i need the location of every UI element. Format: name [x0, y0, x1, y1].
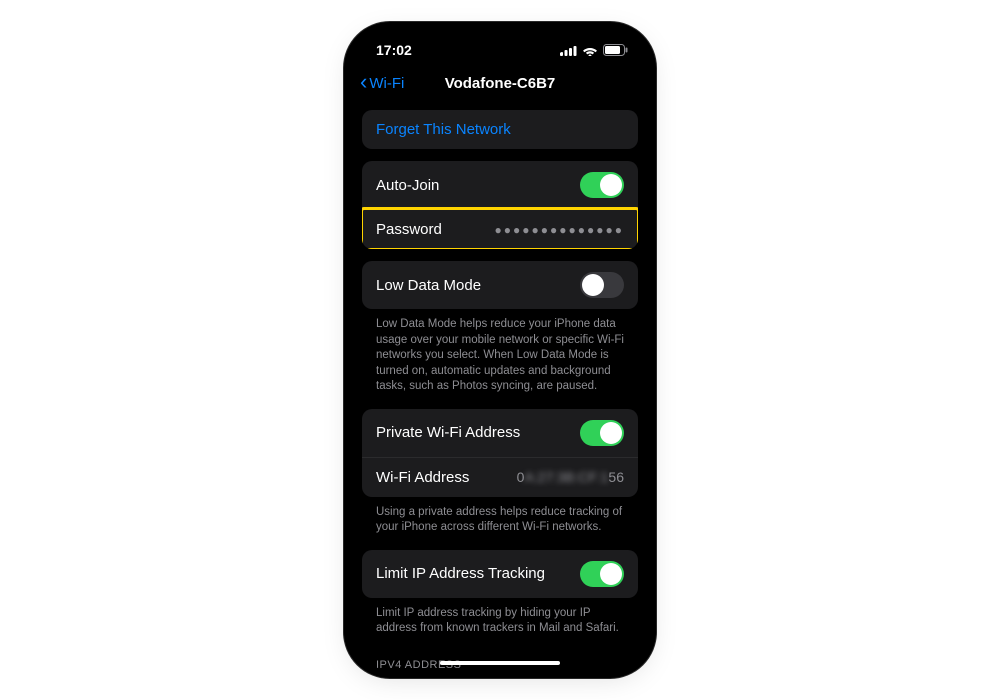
auto-join-label: Auto-Join	[376, 177, 439, 194]
low-data-label: Low Data Mode	[376, 277, 481, 294]
private-addr-footer: Using a private address helps reduce tra…	[362, 501, 638, 550]
back-label: Wi-Fi	[369, 75, 404, 92]
battery-icon	[603, 44, 628, 56]
home-indicator	[440, 661, 560, 665]
low-data-toggle[interactable]	[580, 272, 624, 298]
limit-ip-toggle[interactable]	[580, 561, 624, 587]
status-icons	[560, 44, 628, 56]
group-limit-ip: Limit IP Address Tracking	[362, 550, 638, 598]
private-addr-toggle[interactable]	[580, 420, 624, 446]
low-data-row: Low Data Mode	[362, 261, 638, 309]
forget-network-button[interactable]: Forget This Network	[362, 110, 638, 149]
limit-ip-footer: Limit IP address tracking by hiding your…	[362, 602, 638, 651]
chevron-left-icon: ‹	[360, 71, 367, 93]
limit-ip-row: Limit IP Address Tracking	[362, 550, 638, 598]
password-row[interactable]: Password ●●●●●●●●●●●●●●	[362, 209, 638, 249]
private-addr-label: Private Wi-Fi Address	[376, 424, 520, 441]
group-auto-join: Auto-Join Password ●●●●●●●●●●●●●●	[362, 161, 638, 249]
private-addr-row: Private Wi-Fi Address	[362, 409, 638, 457]
auto-join-row: Auto-Join	[362, 161, 638, 209]
status-time: 17:02	[376, 42, 412, 58]
wifi-address-row[interactable]: Wi-Fi Address 0A:27:3B:CF:156	[362, 457, 638, 497]
nav-bar: ‹ Wi-Fi Vodafone-C6B7	[352, 70, 648, 104]
forget-network-label: Forget This Network	[376, 121, 511, 138]
auto-join-toggle[interactable]	[580, 172, 624, 198]
low-data-footer: Low Data Mode helps reduce your iPhone d…	[362, 313, 638, 409]
wifi-address-label: Wi-Fi Address	[376, 469, 469, 486]
back-button[interactable]: ‹ Wi-Fi	[360, 72, 404, 94]
password-mask: ●●●●●●●●●●●●●●	[495, 223, 624, 237]
group-private-addr: Private Wi-Fi Address Wi-Fi Address 0A:2…	[362, 409, 638, 497]
phone-frame: 17:02 ‹ Wi-Fi Vodafone-C6B7 Forget This …	[352, 30, 648, 670]
group-forget: Forget This Network	[362, 110, 638, 149]
group-low-data: Low Data Mode	[362, 261, 638, 309]
notch	[430, 30, 570, 54]
password-label: Password	[376, 221, 442, 238]
settings-scroll[interactable]: Forget This Network Auto-Join Password ●…	[352, 104, 648, 670]
limit-ip-label: Limit IP Address Tracking	[376, 565, 545, 582]
wifi-icon	[582, 45, 598, 56]
wifi-address-value: 0A:27:3B:CF:156	[517, 469, 624, 485]
